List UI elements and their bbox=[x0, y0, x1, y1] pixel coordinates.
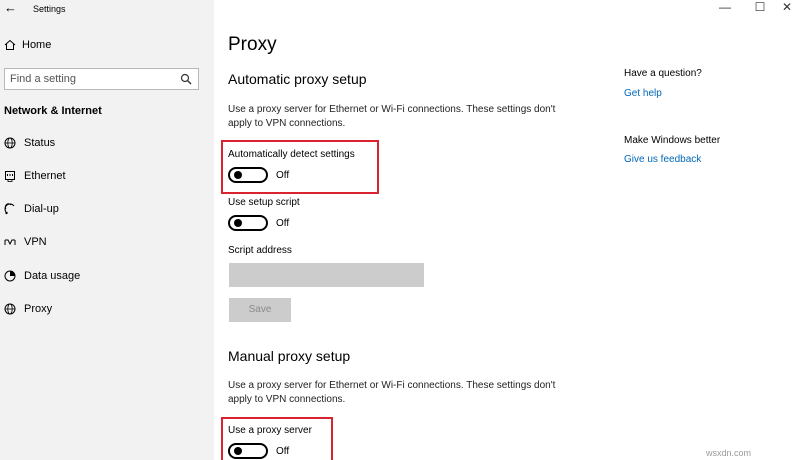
sidebar-item-label: Dial-up bbox=[24, 203, 59, 215]
home-label: Home bbox=[22, 39, 52, 51]
vpn-icon bbox=[4, 239, 16, 246]
use-proxy-toggle[interactable]: Off bbox=[228, 443, 289, 459]
maximize-button[interactable]: ☐ bbox=[745, 0, 775, 14]
toggle-knob bbox=[234, 447, 242, 455]
watermark: wsxdn.com bbox=[706, 448, 752, 458]
dialup-icon bbox=[4, 203, 15, 215]
automatic-proxy-description: Use a proxy server for Ethernet or Wi-Fi… bbox=[228, 104, 556, 129]
home-icon bbox=[4, 39, 16, 50]
window-title: Settings bbox=[33, 4, 66, 14]
section-title: Network & Internet bbox=[4, 105, 102, 117]
make-windows-better-heading: Make Windows better bbox=[624, 135, 721, 146]
toggle-switch[interactable] bbox=[228, 443, 268, 459]
sidebar-item-status[interactable]: Status bbox=[4, 137, 55, 149]
question-heading: Have a question? bbox=[624, 68, 702, 79]
search-input[interactable] bbox=[5, 69, 175, 89]
use-proxy-label: Use a proxy server bbox=[228, 425, 312, 436]
manual-proxy-description: Use a proxy server for Ethernet or Wi-Fi… bbox=[228, 380, 556, 405]
back-arrow-icon[interactable]: ← bbox=[4, 0, 17, 15]
sidebar-item-label: VPN bbox=[24, 236, 47, 248]
manual-proxy-heading: Manual proxy setup bbox=[228, 348, 351, 364]
minimize-button[interactable]: — bbox=[710, 0, 740, 14]
sidebar-item-label: Status bbox=[24, 137, 56, 149]
toggle-state: Off bbox=[276, 217, 290, 229]
sidebar-item-label: Data usage bbox=[24, 270, 81, 282]
sidebar-item-vpn[interactable]: VPN bbox=[4, 236, 47, 248]
automatic-proxy-heading: Automatic proxy setup bbox=[228, 71, 367, 87]
sidebar-item-ethernet[interactable]: Ethernet bbox=[4, 170, 66, 182]
sidebar-item-dial-up[interactable]: Dial-up bbox=[4, 203, 59, 215]
data-usage-icon bbox=[4, 270, 16, 282]
toggle-knob bbox=[234, 219, 242, 227]
toggle-state: Off bbox=[276, 169, 290, 181]
home-button[interactable]: Home bbox=[4, 39, 51, 51]
close-button[interactable]: ✕ bbox=[772, 0, 800, 14]
sidebar-item-proxy[interactable]: Proxy bbox=[4, 303, 52, 315]
sidebar-item-data-usage[interactable]: Data usage bbox=[4, 270, 80, 282]
give-feedback-link[interactable]: Give us feedback bbox=[624, 154, 701, 165]
page-title: Proxy bbox=[228, 34, 277, 55]
main-panel: — ☐ ✕ Proxy Automatic proxy setup Use a … bbox=[214, 0, 800, 460]
globe-icon bbox=[4, 137, 16, 149]
ethernet-icon bbox=[5, 171, 15, 182]
toggle-knob bbox=[234, 171, 242, 179]
sidebar-item-label: Ethernet bbox=[24, 170, 66, 182]
script-address-label: Script address bbox=[228, 245, 292, 256]
toggle-switch[interactable] bbox=[228, 167, 268, 183]
detect-settings-label: Automatically detect settings bbox=[228, 149, 355, 160]
sidebar: ← Settings Home Network & Internet Statu… bbox=[0, 0, 214, 460]
proxy-globe-icon bbox=[4, 303, 16, 315]
get-help-link[interactable]: Get help bbox=[624, 88, 662, 99]
search-icon[interactable] bbox=[180, 73, 192, 85]
sidebar-item-label: Proxy bbox=[24, 303, 53, 315]
setup-script-label: Use setup script bbox=[228, 197, 300, 208]
toggle-state: Off bbox=[276, 445, 290, 457]
search-box[interactable] bbox=[4, 68, 199, 90]
save-button[interactable]: Save bbox=[229, 298, 291, 322]
setup-script-toggle[interactable]: Off bbox=[228, 215, 289, 231]
detect-settings-toggle[interactable]: Off bbox=[228, 167, 289, 183]
script-address-input[interactable] bbox=[229, 263, 424, 287]
toggle-switch[interactable] bbox=[228, 215, 268, 231]
